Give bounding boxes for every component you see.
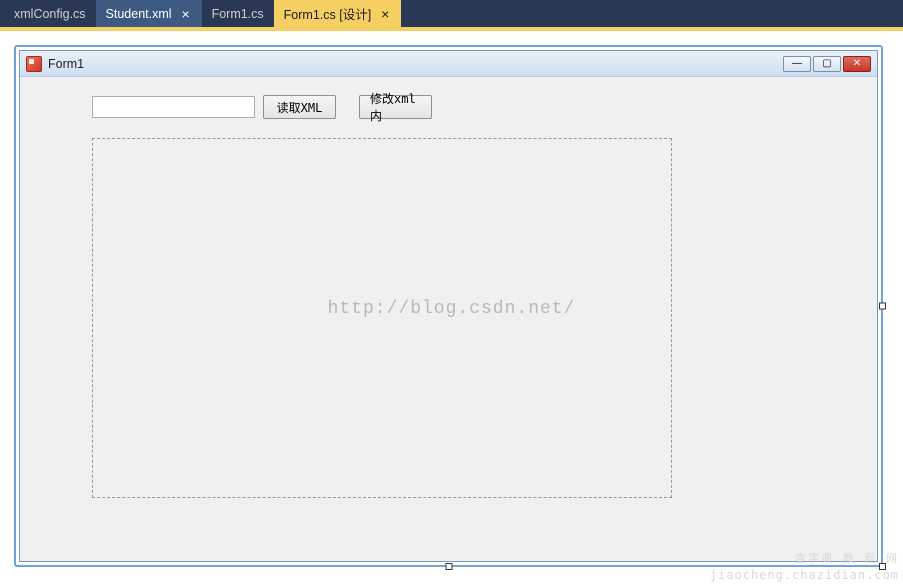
textbox-input[interactable] xyxy=(92,96,255,118)
tab-student-xml[interactable]: Student.xml × xyxy=(96,0,202,27)
maximize-button[interactable]: ▢ xyxy=(813,56,841,72)
tab-form1-cs[interactable]: Form1.cs xyxy=(202,0,274,27)
form-title: Form1 xyxy=(48,57,783,71)
read-xml-button[interactable]: 读取XML xyxy=(263,95,336,119)
resize-handle-east[interactable] xyxy=(879,303,886,310)
tab-label: Student.xml xyxy=(106,7,172,21)
close-icon[interactable]: × xyxy=(180,8,192,20)
corner-brand-bottom: jiaocheng.chazidian.com xyxy=(710,568,899,582)
tab-label: Form1.cs xyxy=(212,7,264,21)
tab-label: Form1.cs [设计] xyxy=(284,4,372,23)
tab-xmlconfig[interactable]: xmlConfig.cs xyxy=(4,0,96,27)
form-icon xyxy=(26,56,42,72)
designer-canvas[interactable]: Form1 — ▢ ✕ 读取XML 修改xml内 http://blog.csd… xyxy=(0,31,903,586)
minimize-button[interactable]: — xyxy=(783,56,811,72)
close-icon: ✕ xyxy=(853,59,861,69)
button-label: 读取XML xyxy=(277,99,323,116)
tab-label: xmlConfig.cs xyxy=(14,7,86,21)
form-client-area[interactable]: 读取XML 修改xml内 xyxy=(22,78,875,559)
resize-handle-southeast[interactable] xyxy=(879,563,886,570)
editor-tab-strip: xmlConfig.cs Student.xml × Form1.cs Form… xyxy=(0,0,903,27)
window-control-group: — ▢ ✕ xyxy=(783,56,871,72)
titlebar[interactable]: Form1 — ▢ ✕ xyxy=(20,51,877,77)
content-panel[interactable] xyxy=(92,138,672,498)
winform-preview: Form1 — ▢ ✕ 读取XML 修改xml内 xyxy=(19,50,878,562)
modify-xml-button[interactable]: 修改xml内 xyxy=(359,95,432,119)
tab-form1-designer[interactable]: Form1.cs [设计] × xyxy=(274,0,402,27)
maximize-icon: ▢ xyxy=(822,59,831,69)
button-label: 修改xml内 xyxy=(370,90,421,124)
minimize-icon: — xyxy=(792,59,802,69)
form-selection-outline[interactable]: Form1 — ▢ ✕ 读取XML 修改xml内 xyxy=(14,45,883,567)
resize-handle-south[interactable] xyxy=(445,563,452,570)
close-icon[interactable]: × xyxy=(379,8,391,20)
close-button[interactable]: ✕ xyxy=(843,56,871,72)
